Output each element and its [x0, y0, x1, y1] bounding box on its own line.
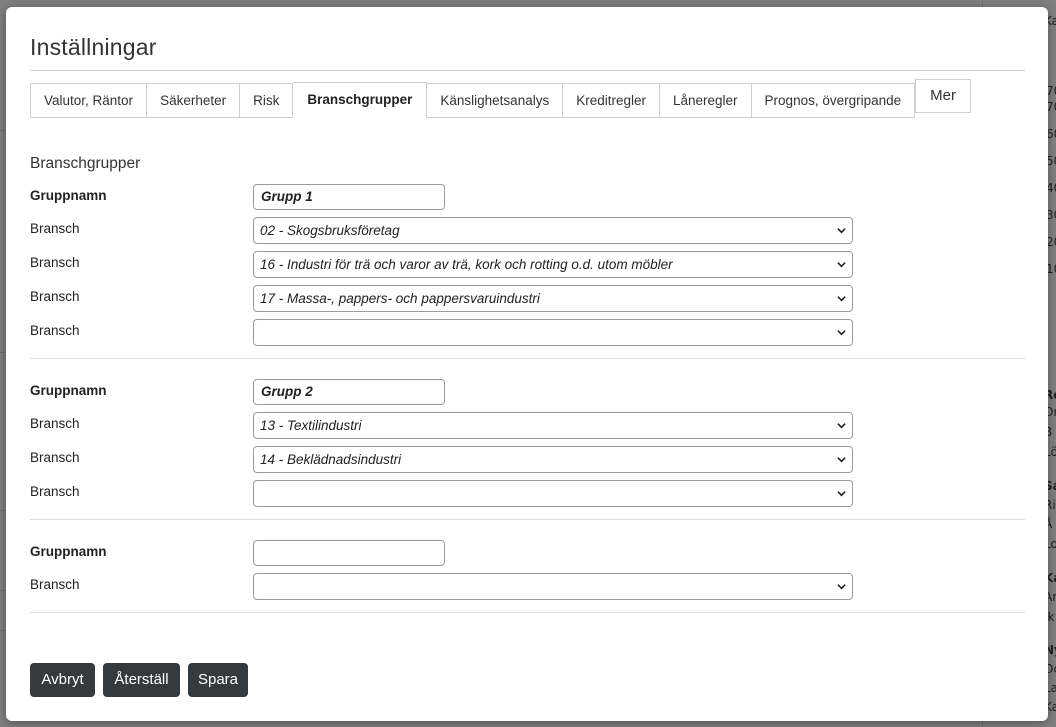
tab-kreditregler[interactable]: Kreditregler	[563, 83, 660, 118]
branch-label: Bransch	[30, 221, 80, 236]
branch-select[interactable]	[253, 480, 853, 507]
group-name-label: Gruppnamn	[30, 544, 107, 559]
branch-label: Bransch	[30, 577, 80, 592]
branch-select-value: 16 - Industri för trä och varor av trä, …	[260, 257, 673, 272]
settings-modal: Inställningar Valutor, Räntor Säkerheter…	[6, 7, 1048, 721]
modal-title: Inställningar	[30, 34, 157, 60]
tab-branschgrupper[interactable]: Branschgrupper	[293, 82, 428, 119]
branch-select[interactable]: 17 - Massa-, pappers- och pappersvaruind…	[253, 285, 853, 312]
group-name-input[interactable]	[253, 540, 445, 566]
cancel-button[interactable]: Avbryt	[30, 663, 95, 697]
branch-select[interactable]	[253, 573, 853, 600]
tab-laneregler[interactable]: Låneregler	[660, 83, 752, 118]
chevron-down-icon	[837, 491, 846, 497]
chevron-down-icon	[837, 262, 846, 268]
branch-select[interactable]: 16 - Industri för trä och varor av trä, …	[253, 251, 853, 278]
branch-label: Bransch	[30, 323, 80, 338]
group-name-input[interactable]: Grupp 1	[253, 184, 445, 210]
chevron-down-icon	[837, 330, 846, 336]
branch-label: Bransch	[30, 450, 80, 465]
group-name-label: Gruppnamn	[30, 383, 107, 398]
group-divider	[30, 519, 1025, 520]
chevron-down-icon	[837, 296, 846, 302]
tab-prognos-overgripande[interactable]: Prognos, övergripande	[751, 83, 916, 118]
group-name-input[interactable]: Grupp 2	[253, 379, 445, 405]
branch-label: Bransch	[30, 289, 80, 304]
group-divider	[30, 612, 1025, 613]
branch-select[interactable]: 13 - Textilindustri	[253, 412, 853, 439]
group-name-label: Gruppnamn	[30, 188, 107, 203]
title-divider	[30, 70, 1025, 71]
tab-more[interactable]: Mer	[915, 79, 971, 113]
branch-select-value: 14 - Beklädnadsindustri	[260, 452, 402, 467]
chevron-down-icon	[837, 228, 846, 234]
reset-button[interactable]: Återställ	[103, 663, 180, 697]
chevron-down-icon	[837, 423, 846, 429]
save-button[interactable]: Spara	[188, 663, 248, 697]
tab-valutor-rantor[interactable]: Valutor, Räntor	[30, 83, 148, 118]
branch-label: Bransch	[30, 255, 80, 270]
branch-select[interactable]: 02 - Skogsbruksföretag	[253, 217, 853, 244]
branch-select[interactable]: 14 - Beklädnadsindustri	[253, 446, 853, 473]
tab-sakerheter[interactable]: Säkerheter	[147, 83, 241, 118]
branch-select-value: 02 - Skogsbruksföretag	[260, 223, 400, 238]
group-divider	[30, 358, 1025, 359]
branch-label: Bransch	[30, 416, 80, 431]
branch-label: Bransch	[30, 484, 80, 499]
branch-select[interactable]	[253, 319, 853, 346]
branch-select-value: 17 - Massa-, pappers- och pappersvaruind…	[260, 291, 540, 306]
tab-kanslighetsanalys[interactable]: Känslighetsanalys	[427, 83, 564, 118]
branch-select-value: 13 - Textilindustri	[260, 418, 362, 433]
tab-risk[interactable]: Risk	[240, 83, 294, 118]
chevron-down-icon	[837, 584, 846, 590]
section-title: Branschgrupper	[30, 155, 141, 172]
settings-tabs: Valutor, Räntor Säkerheter Risk Branschg…	[30, 79, 971, 119]
chevron-down-icon	[837, 457, 846, 463]
